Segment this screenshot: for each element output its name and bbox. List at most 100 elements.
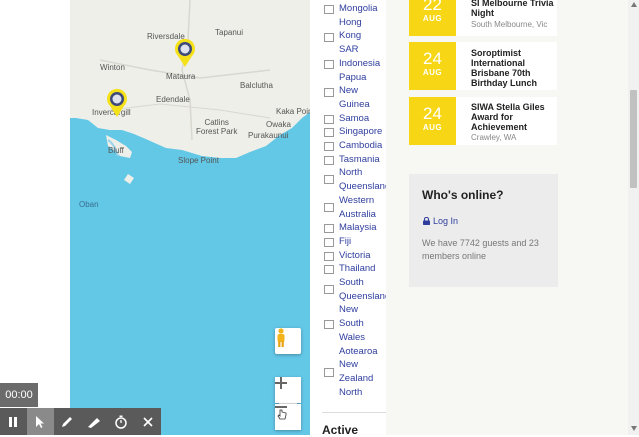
country-item-south-queensland[interactable]: South Queensland [324,276,390,303]
checkbox[interactable] [324,367,334,377]
country-list: Mongolia Hong Kong SAR Indonesia Papua N… [324,2,390,400]
pegman-icon [277,328,285,347]
scroll-down-icon[interactable] [631,426,637,431]
zoom-in-button[interactable] [275,377,301,403]
event-card[interactable]: 24 AUG Soroptimist International Brisban… [409,42,557,90]
country-item-papua-new-guinea[interactable]: Papua New Guinea [324,71,386,112]
country-item-aotearoa-nz-north[interactable]: Aotearoa New Zealand North [324,345,386,400]
map-label-purakaunui: Purakaunui [248,131,289,140]
scroll-thumb[interactable] [630,90,637,188]
event-day: 24 [423,49,442,68]
checkbox[interactable] [324,114,334,124]
map-label-winton: Winton [100,63,125,72]
event-card[interactable]: 22 AUG SI Melbourne Trivia Night South M… [409,0,557,36]
divider [322,412,386,413]
pause-button[interactable] [0,408,27,435]
map-label-balclutha: Balclutha [240,81,273,90]
checkbox[interactable] [324,320,334,330]
checkbox[interactable] [324,155,334,165]
pause-icon [9,416,18,427]
country-item-victoria[interactable]: Victoria [324,249,386,263]
checkbox[interactable] [324,251,334,261]
map-label-catlins: Catlins Forest Park [196,118,238,136]
country-item-north-queensland[interactable]: North Queensland [324,166,390,193]
login-label: Log In [433,216,459,226]
scroll-up-icon[interactable] [631,2,637,7]
map-label-owaka: Owaka [266,120,291,129]
country-item-malaysia[interactable]: Malaysia [324,221,386,235]
zoom-out-button[interactable] [275,404,301,430]
online-stats: We have 7742 guests and 23 members onlin… [422,238,539,261]
map-label-tapanui: Tapanui [215,28,244,37]
checkbox[interactable] [324,285,334,295]
country-item-hong-kong[interactable]: Hong Kong SAR [324,16,386,57]
country-filter: Mongolia Hong Kong SAR Indonesia Papua N… [310,0,390,437]
checkbox[interactable] [324,142,334,152]
event-title[interactable]: SIWA Stella Giles Award for Achievement [471,102,557,132]
country-item-cambodia[interactable]: Cambodia [324,139,386,153]
left-gutter [0,0,70,435]
checkbox[interactable] [324,128,334,138]
recorder-toolbar [0,408,161,435]
map-marker-icon[interactable] [105,88,129,118]
pointer-tool-button[interactable] [26,408,54,435]
zoom-out-icon [275,406,287,420]
recording-timer: 00:00 [0,383,38,407]
cursor-icon [36,415,45,428]
event-date-badge: 22 AUG [409,0,456,36]
country-item-indonesia[interactable]: Indonesia [324,57,386,71]
pen-icon [62,416,73,427]
pen-tool-button[interactable] [54,408,81,435]
country-item-fiji[interactable]: Fiji [324,235,386,249]
close-icon [142,416,153,427]
event-date-badge: 24 AUG [409,42,456,90]
event-card[interactable]: 24 AUG SIWA Stella Giles Award for Achie… [409,97,557,145]
checkbox[interactable] [324,265,334,275]
map-view[interactable]: Riversdale Tapanui Winton Mataura Balclu… [70,0,310,435]
checkbox[interactable] [324,32,334,42]
whos-online-panel: Who's online? Log In We have 7742 guests… [409,174,558,287]
checkbox[interactable] [324,237,334,247]
highlighter-icon [87,417,100,428]
country-item-tasmania[interactable]: Tasmania [324,153,386,167]
map-label-bluff: Bluff [108,146,124,155]
checkbox[interactable] [324,5,334,14]
stopwatch-icon [114,415,127,429]
checkbox[interactable] [324,202,334,212]
event-date-badge: 24 AUG [409,97,456,145]
checkbox[interactable] [324,224,334,234]
map-label-mataura: Mataura [166,72,196,81]
country-item-samoa[interactable]: Samoa [324,112,386,126]
country-item-western-australia[interactable]: Western Australia [324,194,386,221]
map-label-oban: Oban [79,200,99,209]
country-item-thailand[interactable]: Thailand [324,262,386,276]
lock-icon [423,217,430,225]
zoom-in-icon [275,377,287,389]
close-button[interactable] [134,408,161,435]
login-link[interactable]: Log In [423,216,458,226]
map-label-slope-point: Slope Point [178,156,219,165]
country-item-mongolia[interactable]: Mongolia [324,2,386,16]
checkbox[interactable] [324,175,334,185]
event-month: AUG [422,123,443,132]
event-title[interactable]: SI Melbourne Trivia Night [471,0,557,18]
timer-button[interactable] [107,408,134,435]
pegman-button[interactable] [275,328,301,354]
event-location: Crawley, WA [471,133,517,142]
page-scrollbar[interactable] [628,0,639,435]
whos-online-heading: Who's online? [422,188,504,202]
event-day: 22 [423,0,442,14]
country-item-new-south-wales[interactable]: New South Wales [324,303,386,344]
event-month: AUG [422,68,443,77]
event-location: South Melbourne, Vic [471,20,548,29]
event-day: 24 [423,104,442,123]
checkbox[interactable] [324,87,334,97]
highlighter-tool-button[interactable] [80,408,107,435]
map-marker-icon[interactable] [173,38,197,68]
map-label-kaka-point: Kaka Point [276,107,310,116]
event-title[interactable]: Soroptimist International Brisbane 70th … [471,48,557,88]
checkbox[interactable] [324,59,334,69]
country-item-singapore[interactable]: Singapore [324,125,386,139]
event-month: AUG [422,14,443,23]
map-label-edendale: Edendale [156,95,190,104]
